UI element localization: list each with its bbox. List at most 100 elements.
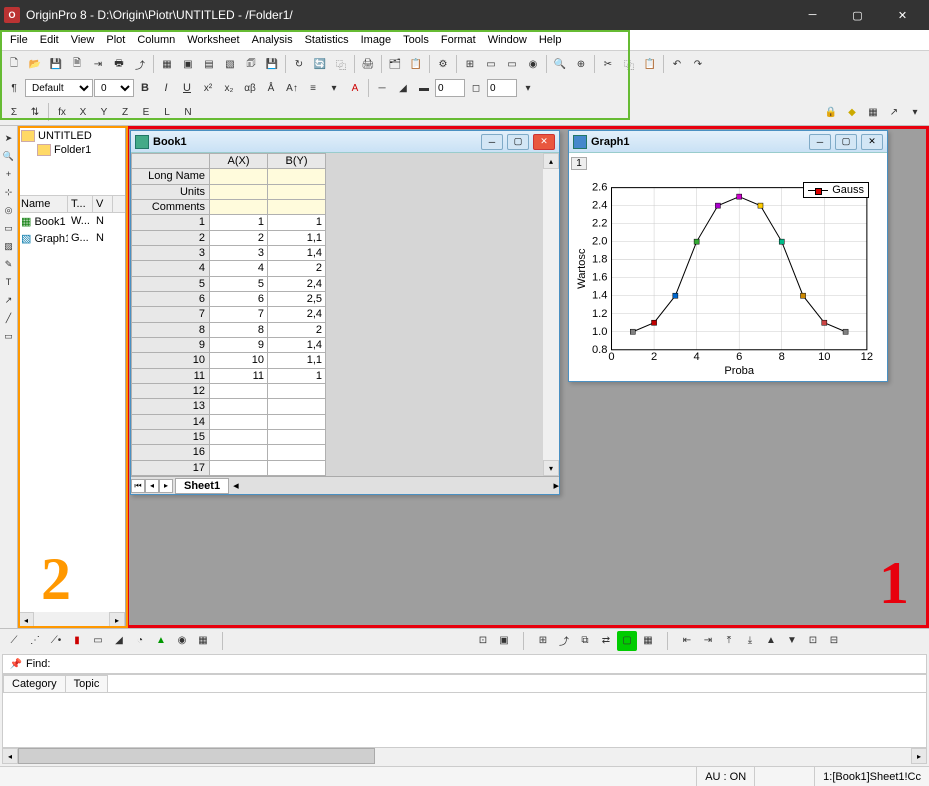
col-name[interactable]: Name [18, 196, 68, 212]
hscroll-right-icon[interactable]: ▸ [553, 479, 559, 492]
scatter-plot-icon[interactable]: ⋰ [25, 631, 45, 651]
table-row[interactable]: 10101,1 [132, 353, 326, 368]
scroll-right-icon[interactable]: ▸ [911, 748, 927, 764]
col-y-icon[interactable]: Y [94, 102, 114, 122]
width-input[interactable] [435, 79, 465, 97]
tree-folder[interactable]: Folder1 [21, 143, 122, 157]
scroll-left-icon[interactable]: ◂ [18, 612, 34, 628]
table-row[interactable]: 221,1 [132, 230, 326, 245]
graph1-minimize-button[interactable]: ─ [809, 134, 831, 150]
table-row[interactable]: 882 [132, 322, 326, 337]
screen-reader-icon[interactable]: ◎ [1, 202, 17, 218]
3d-plot-icon[interactable]: ▲ [151, 631, 171, 651]
column-plot-icon[interactable]: ▮ [67, 631, 87, 651]
book1-minimize-button[interactable]: ─ [481, 134, 503, 150]
style-icon[interactable]: ¶ [4, 78, 24, 98]
sub-icon[interactable]: x₂ [219, 78, 239, 98]
reader-icon[interactable]: ⊕ [571, 54, 591, 74]
region-icon[interactable]: ▭ [1, 220, 17, 236]
layer-icon[interactable]: ▣ [494, 631, 514, 651]
scroll-right-icon[interactable]: ▸ [109, 612, 125, 628]
chart[interactable]: 0.81.01.21.41.61.82.02.22.42.6024681012P… [573, 176, 877, 381]
results-log-icon[interactable]: 📋 [406, 54, 426, 74]
book1-titlebar[interactable]: Book1 ─ ▢ ✕ [131, 131, 559, 153]
menu-plot[interactable]: Plot [100, 32, 131, 48]
print2-icon[interactable]: 🖨 [358, 54, 378, 74]
graph1-maximize-button[interactable]: ▢ [835, 134, 857, 150]
sheet-tab[interactable]: Sheet1 [175, 478, 229, 494]
menu-format[interactable]: Format [435, 32, 482, 48]
back-icon[interactable]: ▼ [782, 631, 802, 651]
contour-plot-icon[interactable]: ◉ [172, 631, 192, 651]
paste-icon[interactable]: 📋 [640, 54, 660, 74]
toolbar3-icon[interactable]: ◉ [523, 54, 543, 74]
bar-plot-icon[interactable]: ▭ [88, 631, 108, 651]
menu-edit[interactable]: Edit [34, 32, 65, 48]
drop-icon[interactable]: ▾ [905, 102, 925, 122]
menu-statistics[interactable]: Statistics [299, 32, 355, 48]
menu-tools[interactable]: Tools [397, 32, 435, 48]
notes-icon[interactable]: 🗊 [241, 54, 261, 74]
area-plot-icon[interactable]: ◢ [109, 631, 129, 651]
rescale-icon[interactable]: ⊡ [473, 631, 493, 651]
table-row[interactable]: 13 [132, 399, 326, 414]
mask-icon[interactable]: ◆ [842, 102, 862, 122]
font-color-icon[interactable]: A [345, 78, 365, 98]
table-row[interactable]: 772,4 [132, 307, 326, 322]
col-fn-icon[interactable]: fx [52, 102, 72, 122]
draw-icon[interactable]: ✎ [1, 256, 17, 272]
col-view[interactable]: V [93, 196, 113, 212]
font-size-combo[interactable]: 0 [94, 79, 134, 97]
italic-icon[interactable]: I [156, 78, 176, 98]
tab-topic[interactable]: Topic [65, 675, 109, 692]
line-plot-icon[interactable]: ⟋ [4, 631, 24, 651]
book1-maximize-button[interactable]: ▢ [507, 134, 529, 150]
prj-hscroll[interactable]: ◂ ▸ [18, 612, 125, 628]
stats-icon[interactable]: Σ [4, 102, 24, 122]
group-icon[interactable]: ⊡ [803, 631, 823, 651]
list-item[interactable]: ▧ Graph1 G... N [18, 230, 125, 247]
import-icon[interactable]: ⇥ [88, 54, 108, 74]
new-workbook-icon[interactable]: ▦ [157, 54, 177, 74]
new-matrix-icon[interactable]: ▤ [199, 54, 219, 74]
table-row[interactable]: 16 [132, 445, 326, 460]
graph1-titlebar[interactable]: Graph1 ─ ▢ ✕ [569, 131, 887, 153]
template-plot-icon[interactable]: ▦ [193, 631, 213, 651]
open-icon[interactable]: 📂 [25, 54, 45, 74]
scroll-thumb[interactable] [18, 748, 375, 764]
ungroup-icon[interactable]: ⊟ [824, 631, 844, 651]
table-row[interactable]: 552,4 [132, 276, 326, 291]
table-row[interactable]: 11111 [132, 368, 326, 383]
pin-icon[interactable]: 📌 [6, 654, 26, 674]
project-tree[interactable]: UNTITLED Folder1 [18, 126, 125, 196]
save-icon[interactable]: 💾 [46, 54, 66, 74]
zoomin-icon[interactable]: 🔍 [1, 148, 17, 164]
bold-icon[interactable]: B [135, 78, 155, 98]
align-r-icon[interactable]: ⇥ [698, 631, 718, 651]
scroll-left-icon[interactable]: ◂ [2, 748, 18, 764]
recalc-icon[interactable]: 🔄 [310, 54, 330, 74]
table-row[interactable]: 14 [132, 414, 326, 429]
font-name-combo[interactable]: Default [25, 79, 93, 97]
menu-analysis[interactable]: Analysis [246, 32, 299, 48]
col-err-icon[interactable]: E [136, 102, 156, 122]
rect-tool-icon[interactable]: ▭ [1, 328, 17, 344]
ws-vscroll[interactable]: ▴ ▾ [543, 153, 559, 476]
menu-window[interactable]: Window [482, 32, 533, 48]
fill2-icon[interactable]: ▬ [414, 78, 434, 98]
line-tool-icon[interactable]: ╱ [1, 310, 17, 326]
menu-column[interactable]: Column [131, 32, 181, 48]
palette-icon[interactable]: ▾ [518, 78, 538, 98]
redo-icon[interactable]: ↷ [688, 54, 708, 74]
col-none-icon[interactable]: N [178, 102, 198, 122]
tab-first-icon[interactable]: ⏮ [131, 479, 145, 493]
text-icon[interactable]: T [1, 274, 17, 290]
table-row[interactable]: 12 [132, 383, 326, 398]
graph1-window[interactable]: Graph1 ─ ▢ ✕ 1 0.81.01.21.41.61.82.02.22… [568, 130, 888, 382]
table-row[interactable]: 111 [132, 215, 326, 230]
table-row[interactable]: 331,4 [132, 245, 326, 260]
sort-icon[interactable]: ⇅ [25, 102, 45, 122]
arrow-tool-icon[interactable]: ↗ [1, 292, 17, 308]
table-row[interactable]: 662,5 [132, 291, 326, 306]
worksheet-grid[interactable]: A(X)B(Y) Long Name Units Comments 111221… [131, 153, 326, 476]
